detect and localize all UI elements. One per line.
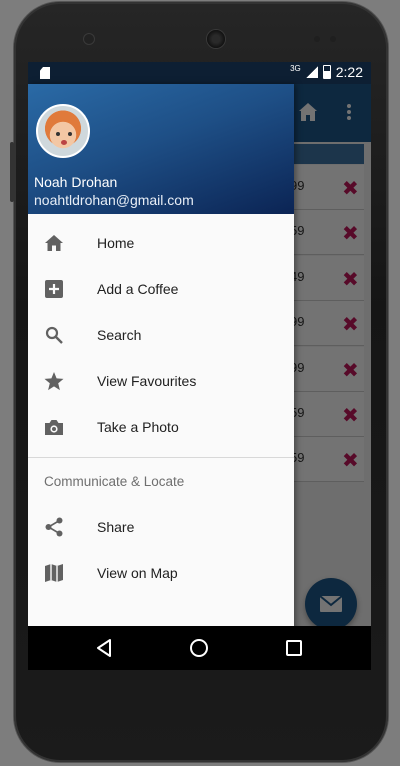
menu-item-home[interactable]: Home [28,220,294,266]
light-sensor [330,36,336,42]
menu-item-label: Search [97,327,142,343]
menu-item-share[interactable]: Share [28,504,294,550]
share-icon [44,517,64,537]
menu-item-take-photo[interactable]: Take a Photo [28,404,294,450]
menu-item-search[interactable]: Search [28,312,294,358]
camera-icon [44,417,64,437]
battery-icon [322,65,331,79]
volume-button [10,142,14,202]
menu-item-label: Home [97,235,135,251]
status-bar: 3G 2:22 [28,62,371,84]
drawer-divider [28,457,294,458]
home-icon [44,233,64,253]
user-name: Noah Drohan [34,174,118,190]
section-header: Communicate & Locate [44,474,185,489]
home-circle-icon[interactable] [187,636,211,660]
menu-item-label: View on Map [97,565,178,581]
front-camera [84,34,94,44]
back-icon[interactable] [92,636,116,660]
menu-item-label: Share [97,519,135,535]
menu-item-favourites[interactable]: View Favourites [28,358,294,404]
earpiece-speaker [207,30,225,48]
menu-item-label: Add a Coffee [97,281,179,297]
proximity-sensor [314,36,320,42]
add-box-icon [44,279,64,299]
sd-card-icon [40,67,50,79]
navigation-drawer: Noah Drohan noahtldrohan@gmail.com Home … [28,84,294,670]
menu-item-label: View Favourites [97,373,197,389]
signal-icon [305,66,318,78]
menu-item-view-map[interactable]: View on Map [28,550,294,596]
menu-item-label: Take a Photo [97,419,179,435]
device-frame-background: 99 ✖ 59 ✖ 49 ✖ 99 ✖ 99 ✖ 59 ✖ [0,0,400,766]
drawer-header: Noah Drohan noahtldrohan@gmail.com [28,84,294,214]
user-email: noahtldrohan@gmail.com [34,192,194,208]
network-type: 3G [290,63,301,73]
screen: 99 ✖ 59 ✖ 49 ✖ 99 ✖ 99 ✖ 59 ✖ [28,62,371,670]
star-icon [44,371,64,391]
menu-item-add-coffee[interactable]: Add a Coffee [28,266,294,312]
recents-icon[interactable] [282,636,306,660]
system-nav-bar [28,626,371,670]
avatar[interactable] [36,104,90,158]
clock: 2:22 [335,64,363,80]
map-icon [44,563,64,583]
search-icon [44,325,64,345]
